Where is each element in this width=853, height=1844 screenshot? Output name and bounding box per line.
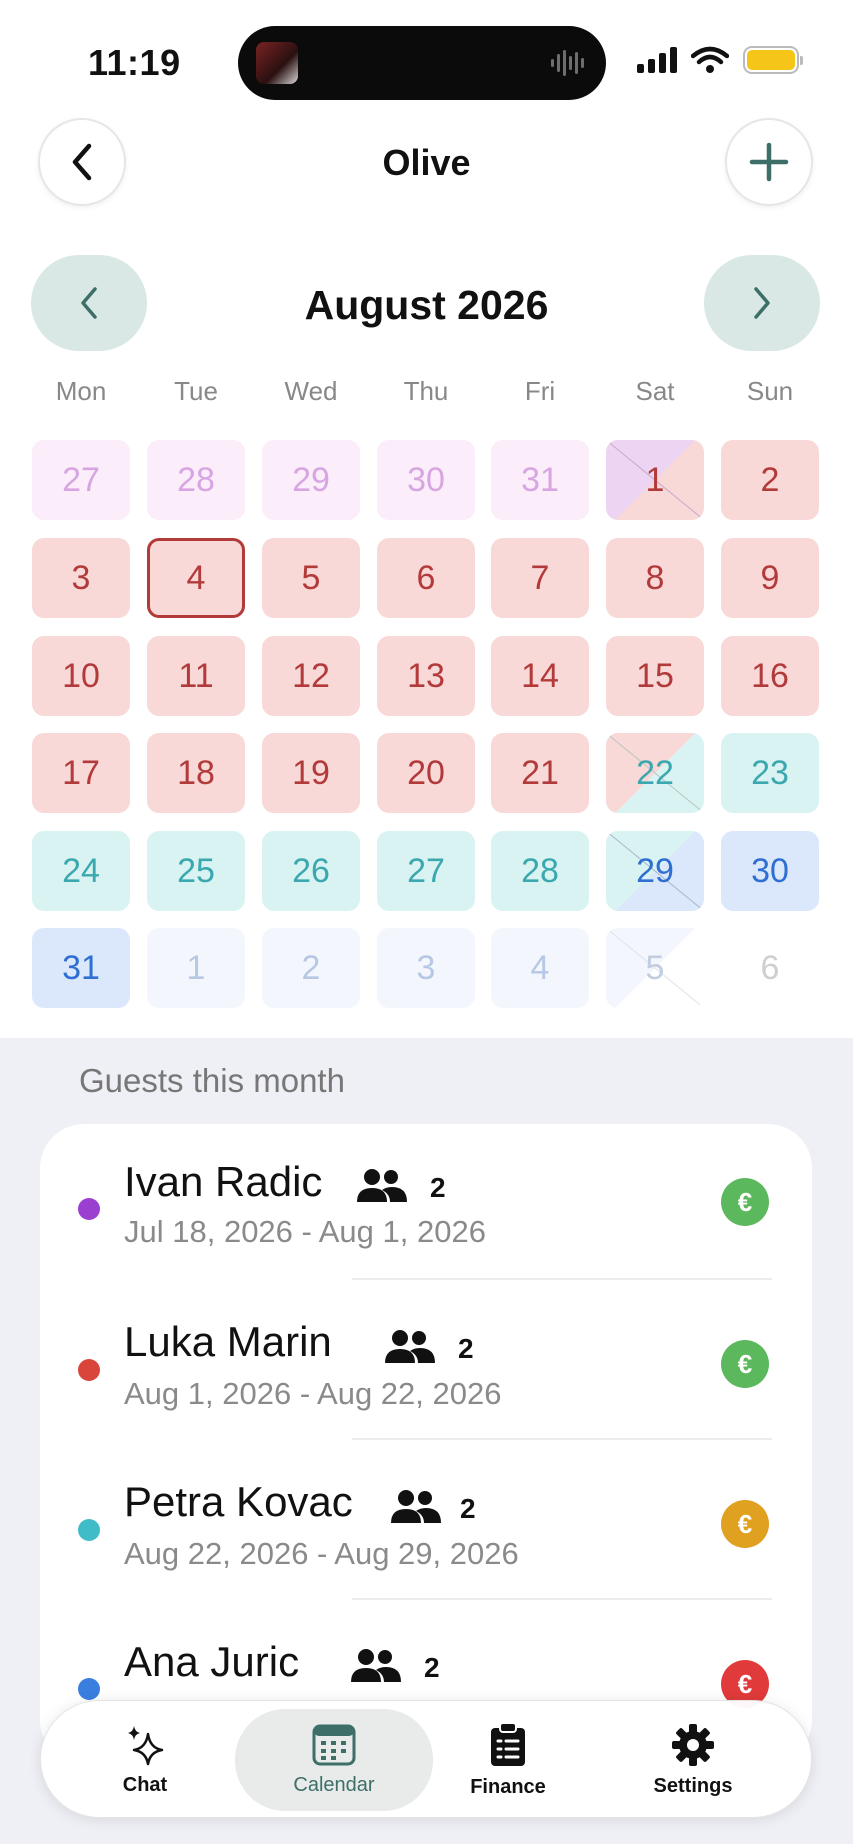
people-icon: [385, 1330, 435, 1363]
guest-name: Ana Juric: [124, 1638, 300, 1685]
calendar-day[interactable]: 21: [491, 733, 589, 813]
divider: [352, 1278, 772, 1280]
tab-settings[interactable]: Settings: [603, 1701, 783, 1819]
calendar-day-today[interactable]: 4: [147, 538, 245, 618]
tab-chat[interactable]: Chat: [55, 1701, 235, 1819]
tab-label: Settings: [653, 1774, 733, 1797]
calendar-day[interactable]: 19: [262, 733, 360, 813]
guest-color-dot: [78, 1519, 100, 1541]
calendar-day[interactable]: 20: [377, 733, 475, 813]
calendar-day[interactable]: 3: [32, 538, 130, 618]
people-icon: [391, 1490, 441, 1523]
guest-name: Ivan Radic: [124, 1158, 323, 1205]
tab-calendar[interactable]: Calendar: [235, 1709, 433, 1811]
divider: [352, 1598, 772, 1600]
calendar-day[interactable]: 23: [721, 733, 819, 813]
guest-color-dot: [78, 1359, 100, 1381]
guest-dates: Aug 22, 2026 - Aug 29, 2026: [124, 1536, 519, 1571]
euro-icon: €: [737, 1348, 753, 1379]
calendar-grid: 27 28 29 30 31 1 2 3 4 5 6 7 8 9 10 11 1…: [0, 0, 853, 1040]
calendar-day[interactable]: 2: [262, 928, 360, 1008]
calendar-day[interactable]: 3: [377, 928, 475, 1008]
guest-name: Luka Marin: [124, 1318, 332, 1365]
tab-label: Chat: [122, 1773, 168, 1796]
guest-list: Ivan Radic 2 Jul 18, 2026 - Aug 1, 2026 …: [40, 1124, 812, 1764]
guest-color-dot: [78, 1678, 100, 1700]
tab-bar: Chat Calendar Finance Settings: [40, 1700, 812, 1818]
calendar-day[interactable]: 6: [377, 538, 475, 618]
calendar-day-checkover[interactable]: 1: [606, 440, 704, 520]
sparkles-icon: [128, 1725, 164, 1765]
divider: [352, 1438, 772, 1440]
calendar-day[interactable]: 4: [491, 928, 589, 1008]
calendar-day[interactable]: 31: [32, 928, 130, 1008]
calendar-day[interactable]: 28: [147, 440, 245, 520]
calendar-day[interactable]: 13: [377, 636, 475, 716]
calendar-day[interactable]: 10: [32, 636, 130, 716]
guest-dates: Jul 18, 2026 - Aug 1, 2026: [124, 1214, 486, 1249]
calendar-day[interactable]: 27: [377, 831, 475, 911]
calendar-day[interactable]: 18: [147, 733, 245, 813]
calendar-icon: [312, 1724, 356, 1765]
guest-dates: Aug 1, 2026 - Aug 22, 2026: [124, 1376, 502, 1411]
calendar-day[interactable]: 28: [491, 831, 589, 911]
payment-status-badge: €: [721, 1340, 769, 1388]
calendar-day[interactable]: 9: [721, 538, 819, 618]
calendar-day[interactable]: 8: [606, 538, 704, 618]
calendar-day[interactable]: 24: [32, 831, 130, 911]
people-icon: [351, 1649, 401, 1682]
calendar-day[interactable]: 26: [262, 831, 360, 911]
section-title: Guests this month: [79, 1062, 345, 1099]
guest-row[interactable]: Ivan Radic 2 Jul 18, 2026 - Aug 1, 2026 …: [40, 1124, 812, 1284]
tab-finance[interactable]: Finance: [418, 1701, 598, 1819]
calendar-day-checkover[interactable]: 29: [606, 831, 704, 911]
calendar-day[interactable]: 7: [491, 538, 589, 618]
calendar-day[interactable]: 30: [377, 440, 475, 520]
calendar-day[interactable]: 17: [32, 733, 130, 813]
gear-icon: [672, 1723, 714, 1766]
euro-icon: €: [737, 1186, 753, 1217]
calendar-day[interactable]: 2: [721, 440, 819, 520]
guest-count: 2: [430, 1172, 446, 1203]
guest-count: 2: [458, 1333, 474, 1364]
people-icon: [357, 1169, 407, 1202]
guest-count: 2: [424, 1652, 440, 1683]
calendar-day[interactable]: 30: [721, 831, 819, 911]
guest-name: Petra Kovac: [124, 1478, 353, 1525]
euro-icon: €: [737, 1668, 753, 1699]
guest-count: 2: [460, 1493, 476, 1524]
calendar-day[interactable]: 14: [491, 636, 589, 716]
calendar-day[interactable]: 31: [491, 440, 589, 520]
tab-label: Calendar: [293, 1773, 375, 1796]
calendar-day[interactable]: 15: [606, 636, 704, 716]
guest-row[interactable]: Petra Kovac 2 Aug 22, 2026 - Aug 29, 202…: [40, 1444, 812, 1604]
calendar-day[interactable]: 16: [721, 636, 819, 716]
calendar-day[interactable]: 25: [147, 831, 245, 911]
calendar-day[interactable]: 11: [147, 636, 245, 716]
guest-row[interactable]: Luka Marin 2 Aug 1, 2026 - Aug 22, 2026 …: [40, 1284, 812, 1444]
tab-label: Finance: [470, 1775, 546, 1798]
calendar-day[interactable]: 1: [147, 928, 245, 1008]
calendar-day-checkover[interactable]: 22: [606, 733, 704, 813]
calendar-day[interactable]: 29: [262, 440, 360, 520]
payment-status-badge: €: [721, 1178, 769, 1226]
calendar-day[interactable]: 27: [32, 440, 130, 520]
calendar-day[interactable]: 12: [262, 636, 360, 716]
calendar-day[interactable]: 5: [262, 538, 360, 618]
calendar-day[interactable]: 6: [721, 928, 819, 1008]
guest-color-dot: [78, 1198, 100, 1220]
clipboard-icon: [491, 1721, 525, 1766]
calendar-day-checkover[interactable]: 5: [606, 928, 704, 1008]
payment-status-badge: €: [721, 1500, 769, 1548]
euro-icon: €: [737, 1508, 753, 1539]
